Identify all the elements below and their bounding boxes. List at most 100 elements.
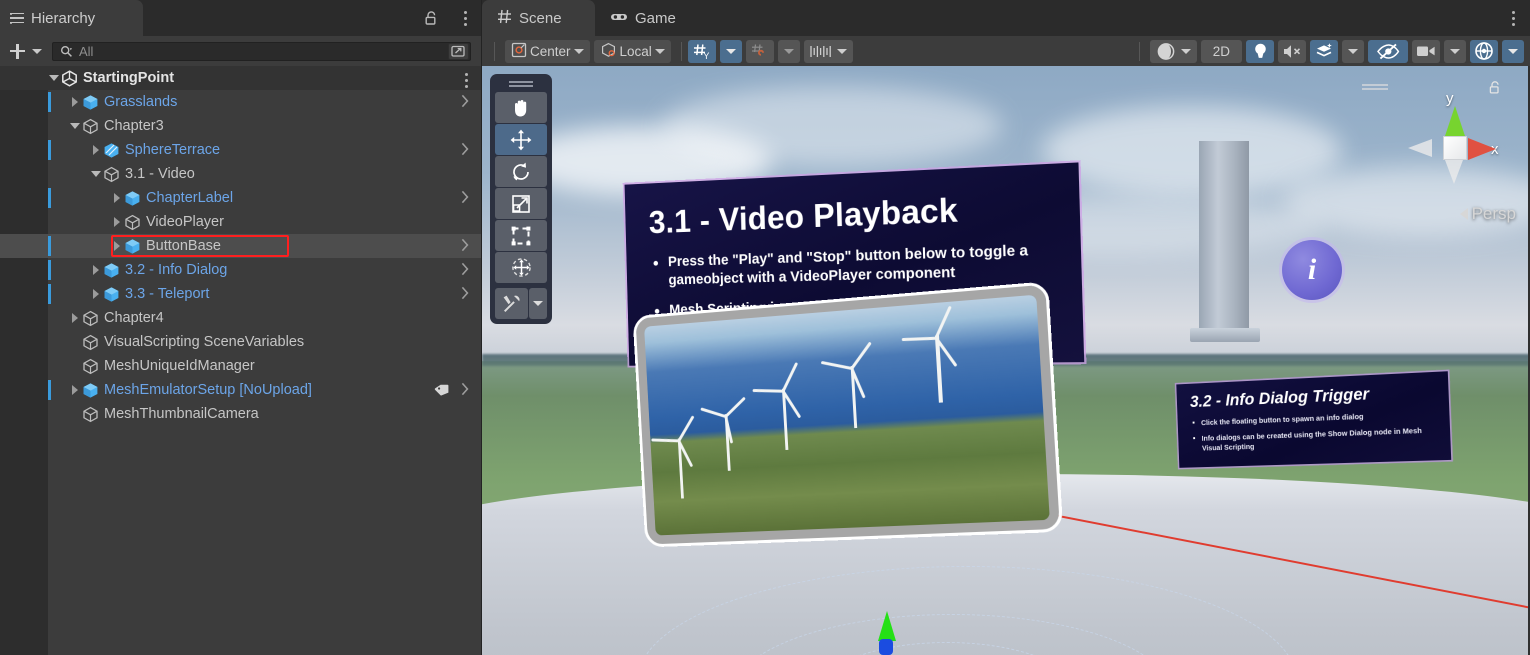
tree-row-3-3-teleport[interactable]: 3.3 - Teleport [0,282,481,306]
projection-mode-label: Persp [1472,204,1516,224]
scene-tool-palette [490,74,552,324]
tree-row-label: Grasslands [104,94,177,110]
chevron-right-icon[interactable] [461,142,469,156]
viewport-drag-grip-icon[interactable] [1362,84,1388,92]
scene-lighting-toggle[interactable] [1246,40,1274,63]
hand-tool-icon[interactable] [495,92,547,123]
twisty-collapsed-icon[interactable] [90,264,103,277]
grid-snap-button[interactable] [746,40,774,63]
chevron-down-icon [1181,49,1191,54]
custom-tools-dropdown[interactable] [529,288,547,319]
projection-mode-toggle[interactable]: Persp [1460,204,1516,224]
twisty-collapsed-icon[interactable] [69,312,82,325]
grid-visibility-button[interactable]: Y [688,40,716,63]
tree-row-3-2-info-dialog[interactable]: 3.2 - Info Dialog [0,258,481,282]
rotate-tool-icon[interactable] [495,156,547,187]
custom-tools-icon[interactable] [495,288,528,319]
gamepad-icon [610,10,628,27]
tree-row-chapterlabel[interactable]: ChapterLabel [0,186,481,210]
add-dropdown-chevron-down-icon[interactable] [32,49,42,54]
scene-visibility-toggle[interactable] [1368,40,1408,63]
row-menu-icon[interactable] [464,73,468,88]
snap-increment-button[interactable] [804,40,853,63]
twisty-collapsed-icon[interactable] [90,144,103,157]
slide-card-2-title: 3.2 - Info Dialog Trigger [1190,382,1435,412]
hierarchy-menu-icon[interactable] [463,11,467,26]
scene-camera-button[interactable] [1412,40,1440,63]
gizmo-lock-open-icon[interactable] [1488,80,1502,95]
tree-row-buttonbase[interactable]: ButtonBase [0,234,481,258]
search-field[interactable] [52,42,471,61]
tree-row-chapter3[interactable]: Chapter3 [0,114,481,138]
scale-tool-icon[interactable] [495,188,547,219]
tree-row-meshemulatorsetup-noupload[interactable]: MeshEmulatorSetup [NoUpload] [0,378,481,402]
tree-row-startingpoint[interactable]: StartingPoint [0,66,481,90]
toolbar-separator [681,42,682,61]
gizmo-y-axis-cone[interactable] [1445,106,1465,136]
grid-snap-dropdown[interactable] [778,40,800,63]
gizmo-x-axis-cone[interactable] [1468,138,1496,160]
info-dialog-button[interactable]: i [1282,240,1342,300]
twisty-collapsed-icon[interactable] [69,384,82,397]
chevron-right-icon[interactable] [461,238,469,252]
chevron-right-icon[interactable] [461,382,469,396]
scene-viewport[interactable]: 3.1 - Video Playback Press the "Play" an… [482,66,1530,655]
scene-audio-toggle[interactable] [1278,40,1306,63]
scene-fx-button[interactable] [1310,40,1338,63]
twisty-collapsed-icon[interactable] [111,192,124,205]
chevron-right-icon[interactable] [461,286,469,300]
twisty-expanded-icon[interactable] [90,168,103,181]
view-2d-toggle[interactable]: 2D [1201,40,1242,63]
effects-layers-icon [1315,42,1334,60]
tree-row-label: MeshUniqueIdManager [104,358,255,374]
twisty-collapsed-icon[interactable] [90,288,103,301]
scene-menu-icon[interactable] [1511,11,1515,26]
chevron-down-icon [726,49,736,54]
tree-row-chapter4[interactable]: Chapter4 [0,306,481,330]
pivot-mode-button[interactable]: Center [505,40,590,63]
tree-row-meshthumbnailcamera[interactable]: MeshThumbnailCamera [0,402,481,426]
gizmo-neg-y-cone[interactable] [1445,160,1463,184]
twisty-expanded-icon[interactable] [48,72,61,85]
tab-hierarchy[interactable]: Hierarchy [0,0,143,36]
rect-tool-icon[interactable] [495,220,547,251]
draw-mode-button[interactable] [1150,40,1197,63]
move-tool-icon[interactable] [495,124,547,155]
tree-row-videoplayer[interactable]: VideoPlayer [0,210,481,234]
search-input[interactable] [79,44,470,59]
drag-grip-icon[interactable] [509,80,533,88]
tree-row-meshuniqueidmanager[interactable]: MeshUniqueIdManager [0,354,481,378]
chevron-right-icon[interactable] [461,190,469,204]
chevron-right-icon[interactable] [461,262,469,276]
gizmos-dropdown[interactable] [1502,40,1524,63]
tab-game[interactable]: Game [595,0,691,36]
tree-row-3-1-video[interactable]: 3.1 - Video [0,162,481,186]
tab-scene[interactable]: Scene [482,0,595,36]
orientation-gizmo[interactable]: y x [1394,80,1512,220]
twisty-collapsed-icon[interactable] [111,216,124,229]
lock-open-icon[interactable] [424,10,439,26]
gizmo-center-cube[interactable] [1443,136,1467,160]
scene-fx-dropdown[interactable] [1342,40,1364,63]
grid-visibility-dropdown[interactable] [720,40,742,63]
tree-row-visualscripting-scenevariables[interactable]: VisualScripting SceneVariables [0,330,481,354]
hierarchy-tree[interactable]: StartingPoint Grasslands Chapter3SphereTer… [0,66,481,655]
gizmo-neg-x-cone[interactable] [1408,139,1432,157]
handle-space-button[interactable]: Local [594,40,671,63]
twisty-collapsed-icon[interactable] [111,240,124,253]
unity-editor-window: Hierarchy StartingPoint Grasslands [0,0,1530,655]
move-gizmo[interactable] [874,611,898,655]
chevron-right-icon[interactable] [461,94,469,108]
gizmos-toggle[interactable] [1470,40,1498,63]
tree-row-sphereterrace[interactable]: SphereTerrace [0,138,481,162]
tree-row-grasslands[interactable]: Grasslands [0,90,481,114]
gizmo-z-axis-handle[interactable] [879,639,893,655]
gizmo-y-axis-arrow[interactable] [878,611,896,641]
hierarchy-panel: Hierarchy StartingPoint Grasslands [0,0,481,655]
transform-tool-icon[interactable] [495,252,547,283]
twisty-collapsed-icon[interactable] [69,96,82,109]
scene-camera-dropdown[interactable] [1444,40,1466,63]
twisty-expanded-icon[interactable] [69,120,82,133]
add-gameobject-button[interactable] [6,41,28,61]
popout-icon[interactable] [448,43,469,60]
